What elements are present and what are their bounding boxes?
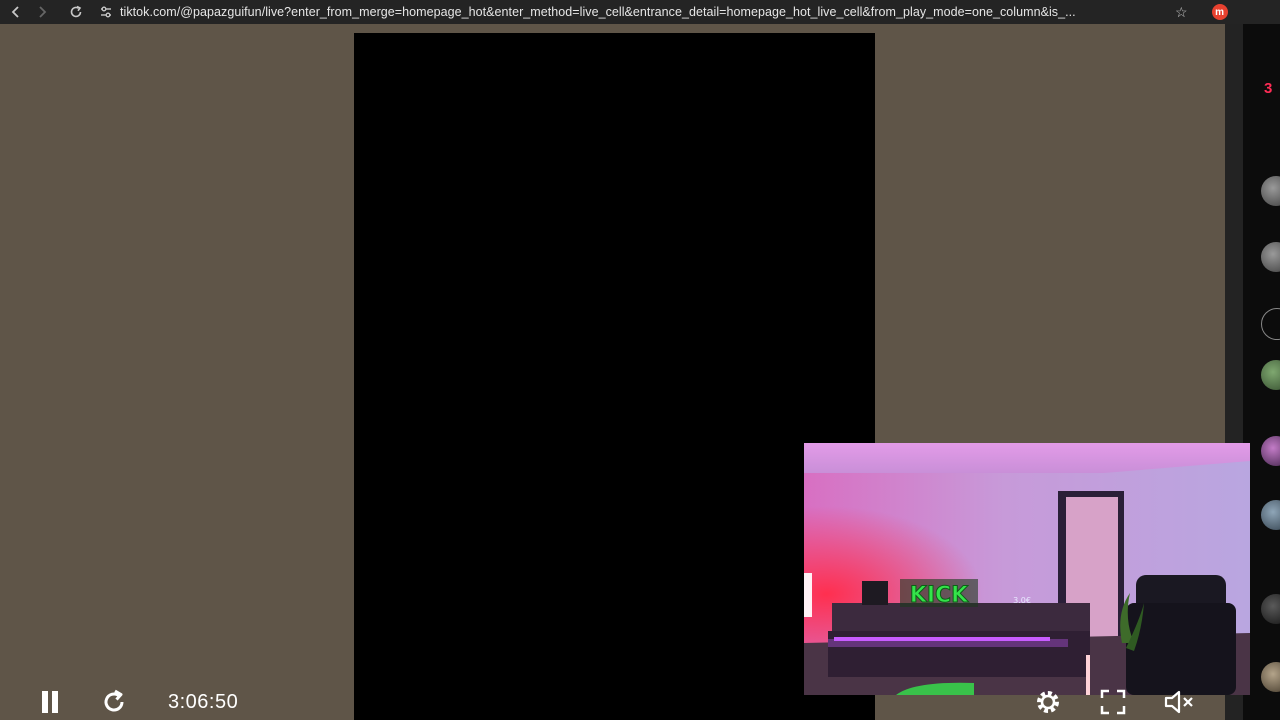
video-backdrop-left — [0, 33, 354, 720]
refresh-icon[interactable] — [100, 687, 130, 717]
forward-arrow-icon[interactable] — [32, 2, 52, 22]
pause-icon[interactable] — [38, 687, 62, 717]
kick-sign: KICK — [910, 583, 969, 608]
extension-button[interactable]: m — [1211, 4, 1228, 20]
price-label: 3.0€ — [1013, 596, 1031, 605]
live-video[interactable] — [354, 33, 875, 720]
tune-icon[interactable] — [96, 2, 116, 22]
back-arrow-icon[interactable] — [6, 2, 26, 22]
fullscreen-icon[interactable] — [1098, 687, 1128, 717]
gear-icon[interactable] — [1032, 687, 1064, 717]
star-icon[interactable]: ☆ — [1175, 4, 1188, 21]
volume-icon[interactable] — [1162, 687, 1196, 717]
elapsed-time: 3:06:50 — [168, 690, 239, 713]
reload-icon[interactable] — [66, 2, 86, 22]
notification-badge: 3 — [1264, 80, 1273, 97]
browser-window: tiktok.com/@papazguifun/live?enter_from_… — [0, 0, 1280, 720]
address-bar[interactable]: tiktok.com/@papazguifun/live?enter_from_… — [120, 5, 1165, 19]
picture-in-picture-video[interactable]: KICK 3.0€ — [804, 443, 1250, 695]
browser-toolbar: tiktok.com/@papazguifun/live?enter_from_… — [0, 0, 1280, 24]
